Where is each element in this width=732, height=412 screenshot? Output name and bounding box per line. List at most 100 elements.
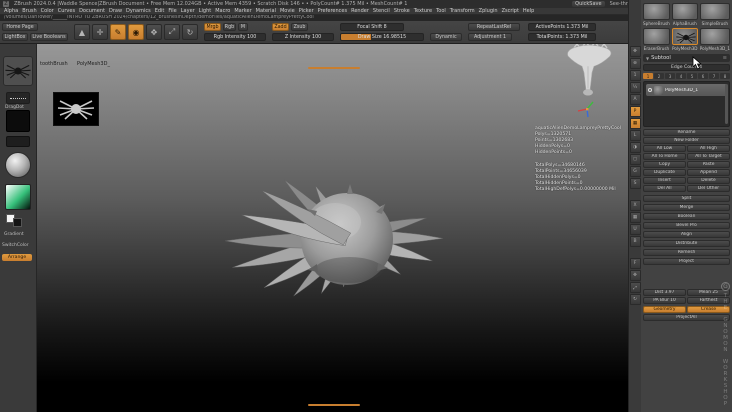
right-shelf-icon[interactable]: L <box>629 130 641 141</box>
quick-select-cell[interactable]: 6 <box>698 73 708 79</box>
quicksave-button[interactable]: QuickSave <box>572 1 605 7</box>
menu-item[interactable]: Render <box>351 8 369 14</box>
stroke-selector[interactable] <box>6 92 30 104</box>
menu-item[interactable]: Alpha <box>4 8 18 14</box>
menu-item[interactable]: Movie <box>280 8 295 14</box>
arrange-button[interactable]: Arrange <box>2 254 32 261</box>
tool-thumbnail-image[interactable] <box>699 28 730 45</box>
alien-creature-model[interactable] <box>197 124 507 359</box>
toolbar-mode-icon[interactable]: ✥ <box>146 24 162 40</box>
right-shelf-icon[interactable]: ✥ <box>629 46 641 57</box>
menu-item[interactable]: File <box>168 8 176 14</box>
z-intensity-slider[interactable]: Z Intensity 100 <box>272 33 334 41</box>
repeat-last-button[interactable]: RepeatLastRel <box>468 23 520 31</box>
menu-item[interactable]: Stroke <box>394 8 410 14</box>
right-shelf-icon[interactable]: ⤢ <box>629 282 641 293</box>
menu-item[interactable]: Stencil <box>373 8 390 14</box>
right-shelf-icon[interactable]: ½ <box>629 82 641 93</box>
right-shelf-icon[interactable]: ◻ <box>629 154 641 165</box>
edge-count-slider[interactable]: Edge Count 4 <box>643 64 730 71</box>
right-shelf-icon[interactable]: G <box>629 166 641 177</box>
rgb-intensity-slider[interactable]: Rgb Intensity 100 <box>204 33 266 41</box>
tool-thumbnail-image[interactable] <box>671 28 698 45</box>
subtool-button[interactable]: Paste <box>687 161 730 168</box>
palette-button[interactable]: ProjectAll <box>643 314 730 321</box>
lightbox-button[interactable]: LightBox <box>2 33 28 41</box>
toolbar-mode-icon[interactable]: ⤢ <box>164 24 180 40</box>
subtool-list-item[interactable]: PolyMesh3D_1 <box>646 84 727 96</box>
subtool-button[interactable]: Duplicate <box>643 169 686 176</box>
menu-item[interactable]: Edit <box>155 8 165 14</box>
right-shelf-icon[interactable]: ▦ <box>629 212 641 223</box>
menu-item[interactable]: Material <box>256 8 276 14</box>
subsection-header[interactable]: Remesh <box>643 249 730 256</box>
subtool-button[interactable]: All To Target <box>687 153 730 160</box>
material-selector[interactable] <box>5 152 31 178</box>
current-brush-thumbnail[interactable] <box>3 56 33 86</box>
tool-thumbnail[interactable]: EraserBrush <box>643 28 670 51</box>
subtool-button[interactable]: All Low <box>643 145 686 152</box>
canvas-scrollbar-top[interactable] <box>308 67 360 69</box>
right-shelf-icon[interactable]: B <box>629 236 641 247</box>
secondary-color-swatch[interactable] <box>13 218 22 227</box>
tool-thumbnail[interactable]: PolyMesh3D_1 <box>699 28 730 51</box>
brush-preview-thumbnail[interactable] <box>53 92 99 126</box>
toolbar-mode-icon[interactable]: ✎ <box>110 24 126 40</box>
menu-item[interactable]: Texture <box>414 8 432 14</box>
quick-select-cell[interactable]: 5 <box>687 73 697 79</box>
subtool-scrollbar[interactable] <box>725 84 728 124</box>
menu-item[interactable]: Marker <box>234 8 251 14</box>
toolbar-mode-icon[interactable]: ↻ <box>182 24 198 40</box>
menu-item[interactable]: Dynamics <box>126 8 151 14</box>
menu-item[interactable]: Transform <box>450 8 475 14</box>
menu-item[interactable]: Color <box>41 8 54 14</box>
right-shelf-icon[interactable]: F <box>629 258 641 269</box>
gradient-label[interactable]: Gradient <box>4 232 24 237</box>
canvas-scrollbar-bottom[interactable] <box>308 404 360 406</box>
palette-button[interactable]: Crease <box>687 306 730 313</box>
tool-thumbnail[interactable]: SphereBrush <box>643 3 670 26</box>
focal-shift-slider[interactable]: Focal Shift 8 <box>340 23 404 31</box>
axis-gizmo[interactable] <box>577 100 597 120</box>
subtool-button[interactable]: Insert <box>643 177 686 184</box>
tool-thumbnail-image[interactable] <box>643 3 670 20</box>
project-param[interactable]: Farthest <box>687 297 730 304</box>
right-shelf-icon[interactable]: ↻ <box>629 294 641 305</box>
subtool-button[interactable]: Del All <box>643 185 686 192</box>
subtool-button[interactable]: Rename <box>643 129 730 136</box>
subsection-header[interactable]: Align <box>643 231 730 238</box>
alpha-selector[interactable] <box>6 110 30 132</box>
zadd-button[interactable]: Zadd <box>272 23 289 31</box>
adjustment-button[interactable]: Adjustment 1 <box>468 33 512 41</box>
subtool-button[interactable]: All To Home <box>643 153 686 160</box>
visibility-eye-icon[interactable] <box>648 88 652 92</box>
subsection-header[interactable]: Boolean <box>643 213 730 220</box>
quick-select-cell[interactable]: 7 <box>709 73 719 79</box>
document-canvas[interactable]: toothBrush PolyMesh3D_ aquaticAlienDemoL… <box>37 44 628 412</box>
subsection-header[interactable]: Distribute <box>643 240 730 247</box>
m-button[interactable]: M <box>238 23 248 31</box>
subsection-header[interactable]: Split <box>643 195 730 202</box>
right-shelf-icon[interactable]: S <box>629 178 641 189</box>
subsection-header[interactable]: Bevel Pro <box>643 222 730 229</box>
quick-select-cell[interactable]: 3 <box>665 73 675 79</box>
dynamic-mode-button[interactable]: Dynamic <box>430 33 462 41</box>
tool-thumbnail[interactable]: SimpleBrush <box>699 3 730 26</box>
right-shelf-icon[interactable]: X <box>629 200 641 211</box>
home-page-button[interactable]: Home Page <box>2 23 38 31</box>
right-shelf-icon[interactable]: U <box>629 224 641 235</box>
right-shelf-icon[interactable]: 1 <box>629 70 641 81</box>
right-shelf-icon[interactable]: ▦ <box>629 118 641 129</box>
menu-item[interactable]: Zscript <box>502 8 519 14</box>
toolbar-mode-icon[interactable]: ✛ <box>92 24 108 40</box>
tool-thumbnail[interactable]: PolyMesh3D <box>671 28 698 51</box>
right-shelf-icon[interactable]: ◑ <box>629 142 641 153</box>
right-shelf-icon[interactable]: ⊕ <box>629 58 641 69</box>
project-param[interactable]: Mean 25 <box>687 289 730 296</box>
color-picker[interactable] <box>5 184 31 210</box>
right-shelf-icon[interactable]: ✥ <box>629 270 641 281</box>
toolbar-mode-icon[interactable]: ▲ <box>74 24 90 40</box>
subsection-header[interactable]: Merge <box>643 204 730 211</box>
menu-item[interactable]: Preferences <box>318 8 347 14</box>
zsub-button[interactable]: Zsub <box>291 23 308 31</box>
